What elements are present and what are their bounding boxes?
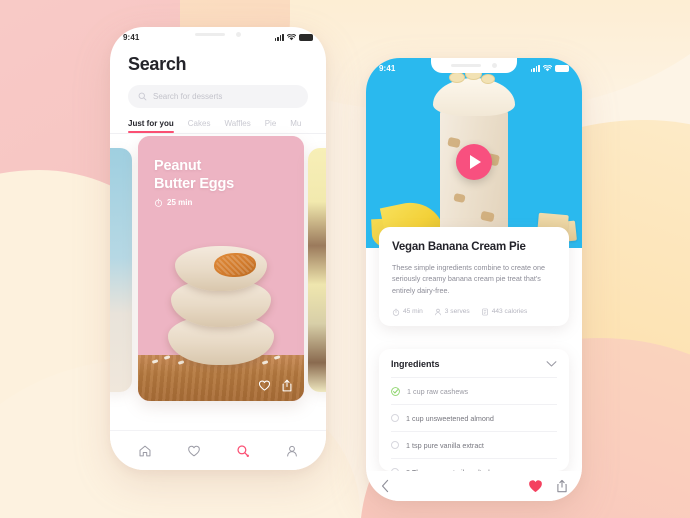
- share-icon[interactable]: [281, 379, 293, 392]
- heart-outline-icon[interactable]: [258, 379, 271, 392]
- whipped-cream-topping: [433, 68, 515, 116]
- checkbox-icon: [391, 441, 399, 449]
- camera-icon: [492, 63, 497, 68]
- search-icon: [138, 92, 147, 101]
- search-placeholder: Search for desserts: [153, 92, 223, 101]
- ingredients-card: Ingredients 1 cup raw cashews 1 cup unsw…: [379, 349, 569, 471]
- phone-right-recipe-screen: 9:41 Vegan Banana Cream Pie These simple…: [366, 58, 582, 501]
- ingredients-heading: Ingredients: [391, 359, 440, 369]
- screenshot-stage: 9:41 Search Search for desserts Just for…: [0, 0, 690, 518]
- recipe-title: Vegan Banana Cream Pie: [392, 241, 526, 253]
- search-icon: [236, 444, 249, 457]
- ingredient-label: 1 cup unsweetened almond: [406, 413, 494, 423]
- tabs-divider: [110, 133, 326, 134]
- status-icons: [274, 33, 313, 41]
- tab-cakes[interactable]: Cakes: [188, 119, 211, 133]
- share-icon[interactable]: [556, 479, 568, 493]
- recipe-carousel[interactable]: Peanut Butter Eggs 25 min: [110, 136, 326, 404]
- chevron-down-icon[interactable]: [546, 360, 557, 368]
- recipe-description: These simple ingredients combine to crea…: [392, 262, 546, 295]
- checkbox-icon: [391, 414, 399, 422]
- peek-card-image-right: [308, 148, 326, 392]
- recipe-action-icons: [528, 479, 568, 493]
- meta-calories: 443 calories: [481, 308, 528, 316]
- battery-icon: [299, 33, 313, 41]
- timer-icon: [392, 308, 400, 316]
- ingredient-item-4[interactable]: 2 Tbsp coconut oil, melted: [391, 458, 557, 471]
- meta-serves: 3 serves: [434, 308, 470, 316]
- signal-bars-icon: [274, 33, 284, 41]
- home-icon: [139, 445, 150, 456]
- wifi-icon: [287, 33, 296, 40]
- ingredient-label: 1 tsp pure vanilla extract: [406, 440, 484, 450]
- peek-card-image-left: [110, 148, 132, 392]
- recipe-action-bar: [366, 471, 582, 501]
- background-decoration: [0, 0, 690, 518]
- serves-icon: [435, 308, 441, 315]
- recipe-card-peanut-butter-eggs[interactable]: Peanut Butter Eggs 25 min: [138, 136, 304, 401]
- tab-just-for-you[interactable]: Just for you: [128, 119, 174, 133]
- speaker-icon: [195, 33, 225, 36]
- ingredient-item-1[interactable]: 1 cup raw cashews: [391, 377, 557, 404]
- profile-icon: [286, 445, 297, 456]
- status-time: 9:41: [379, 63, 396, 73]
- recipe-card-title-line1: Peanut: [154, 158, 202, 174]
- heart-filled-icon[interactable]: [528, 479, 543, 493]
- page-title: Search: [128, 54, 187, 74]
- ingredient-item-3[interactable]: 1 tsp pure vanilla extract: [391, 431, 557, 458]
- meta-calories-label: 443 calories: [491, 308, 528, 316]
- play-video-button[interactable]: [456, 144, 492, 180]
- meta-serves-label: 3 serves: [444, 308, 470, 316]
- play-icon: [470, 155, 481, 169]
- ingredient-label: 1 cup raw cashews: [407, 386, 469, 396]
- camera-icon: [236, 32, 241, 37]
- recipe-card-photo: [138, 229, 304, 401]
- search-input[interactable]: Search for desserts: [128, 85, 308, 108]
- nav-item-profile[interactable]: [285, 444, 299, 458]
- bottom-navigation-bar: [110, 430, 326, 470]
- phone-notch-left: [175, 27, 261, 42]
- recipe-card-time-label: 25 min: [167, 198, 193, 207]
- chevron-left-icon[interactable]: [380, 479, 391, 493]
- ingredient-item-2[interactable]: 1 cup unsweetened almond: [391, 404, 557, 431]
- recipe-meta-row: 45 min 3 serves 443 calories: [392, 308, 556, 316]
- battery-icon: [555, 64, 569, 72]
- recipe-card-title-line2: Butter Eggs: [154, 175, 234, 192]
- category-tabs: Just for you Cakes Waffles Pie Mu: [110, 108, 326, 133]
- meta-time: 45 min: [392, 308, 423, 316]
- recipe-card-actions: [258, 379, 293, 392]
- status-time: 9:41: [123, 32, 140, 42]
- meta-time-label: 45 min: [403, 308, 423, 316]
- check-icon: [391, 386, 400, 396]
- timer-icon: [154, 198, 163, 207]
- recipe-info-card: Vegan Banana Cream Pie These simple ingr…: [379, 227, 569, 326]
- carousel-peek-card-right[interactable]: [308, 148, 326, 392]
- heart-icon: [187, 445, 200, 456]
- peanut-butter-filling: [214, 253, 256, 277]
- recipe-card-title: Peanut Butter Eggs: [154, 158, 292, 193]
- nav-item-home[interactable]: [138, 444, 152, 458]
- tab-pie[interactable]: Pie: [265, 119, 277, 133]
- carousel-peek-card-left[interactable]: [110, 148, 132, 392]
- calories-icon: [481, 308, 488, 315]
- tab-waffles[interactable]: Waffles: [224, 119, 250, 133]
- phone-left-search-screen: 9:41 Search Search for desserts Just for…: [110, 27, 326, 470]
- nav-item-favorites[interactable]: [187, 444, 201, 458]
- phone-notch-right: [431, 58, 517, 73]
- status-icons: [530, 64, 569, 72]
- recipe-card-time: 25 min: [154, 198, 192, 207]
- speaker-icon: [451, 64, 481, 67]
- ingredients-header[interactable]: Ingredients: [391, 359, 557, 377]
- nav-item-search[interactable]: [236, 444, 250, 458]
- signal-bars-icon: [530, 64, 540, 72]
- wifi-icon: [543, 64, 552, 71]
- tab-muffins[interactable]: Mu: [290, 119, 301, 133]
